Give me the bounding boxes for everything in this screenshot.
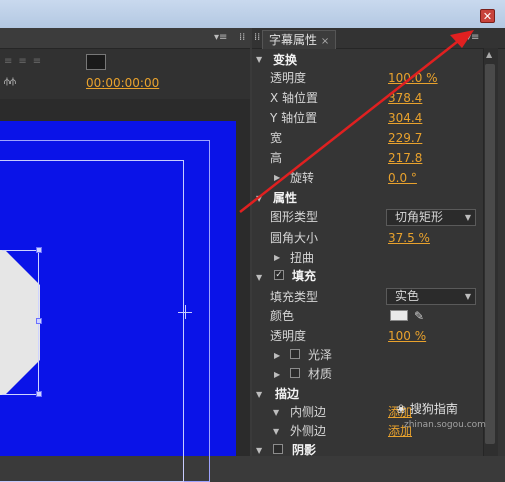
annotation-arrow [239, 30, 474, 213]
arrow-shaft [239, 37, 463, 213]
